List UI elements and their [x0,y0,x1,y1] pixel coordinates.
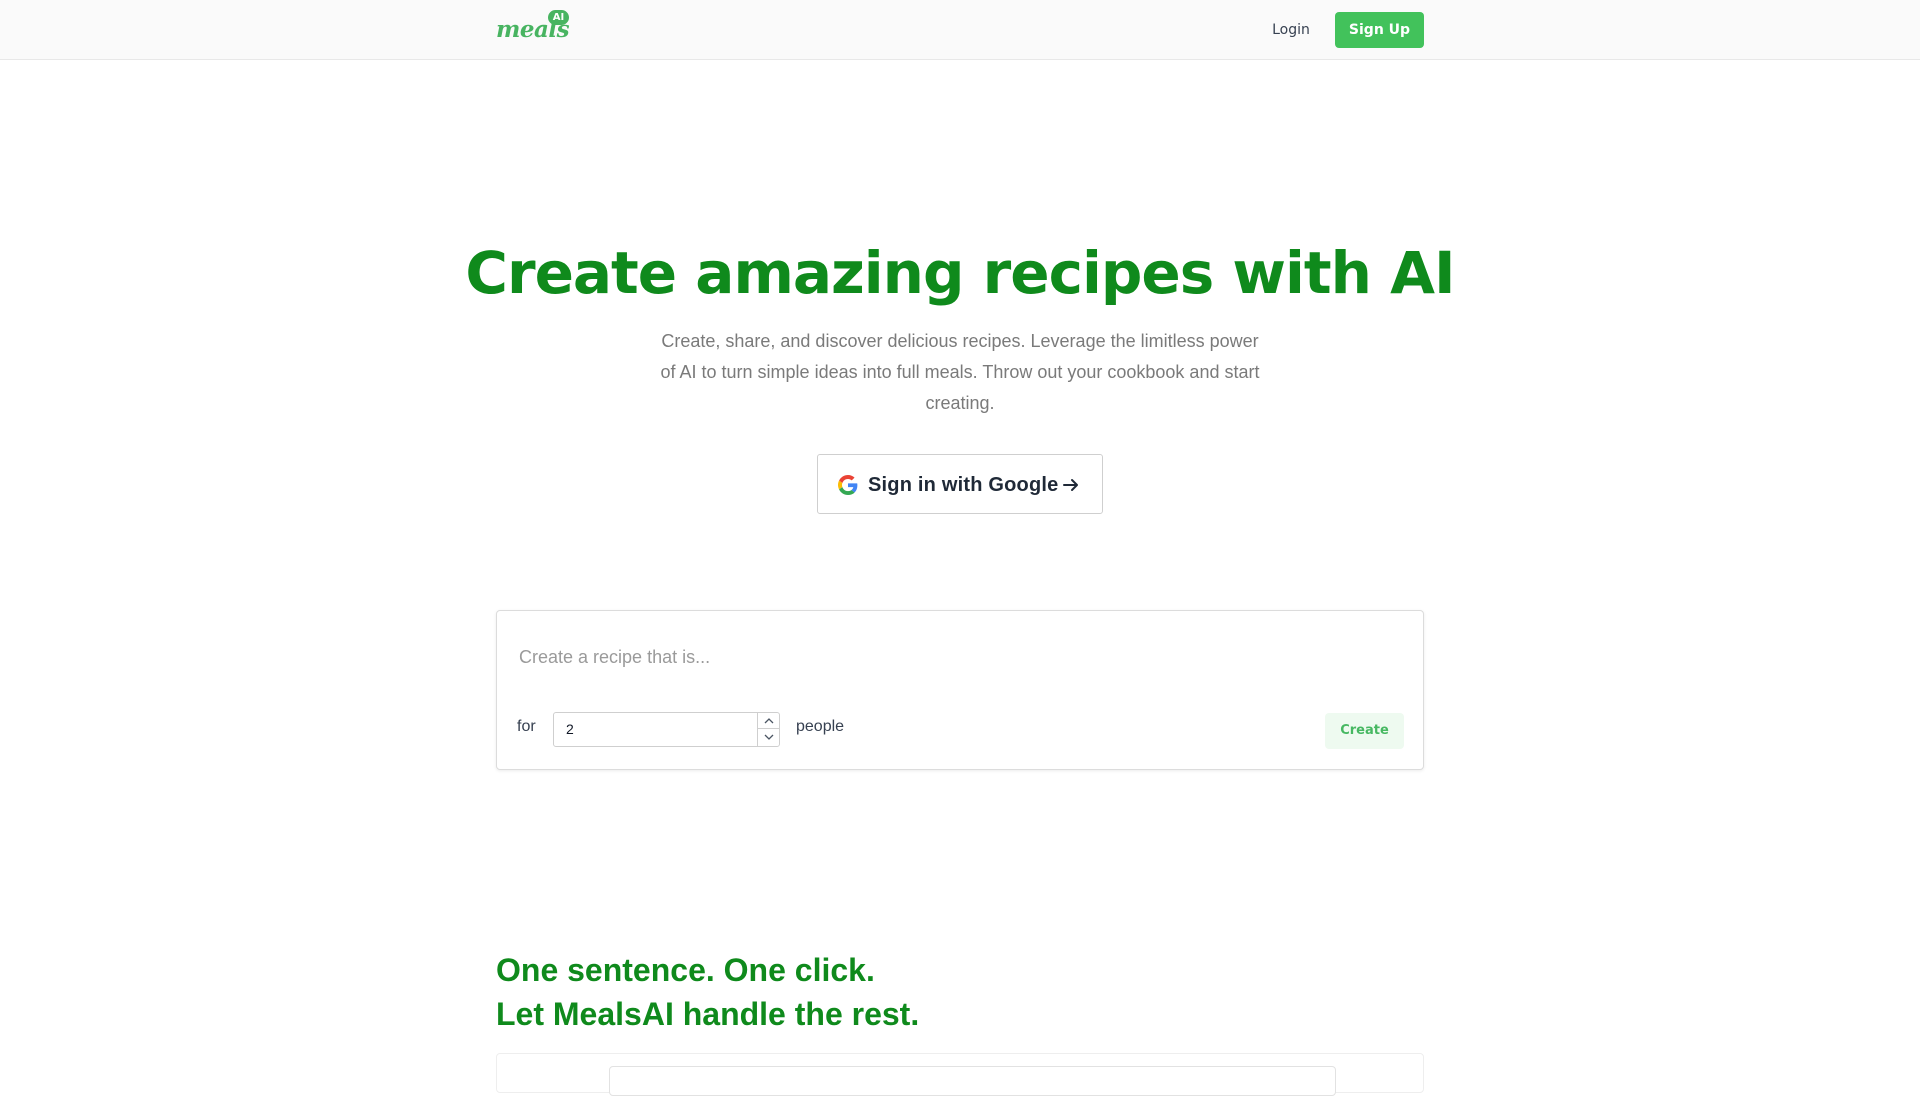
tagline-heading: One sentence. One click. Let MealsAI han… [496,948,1096,1036]
tagline-line-1: One sentence. One click. [496,952,875,988]
stepper-controls [757,713,779,746]
top-navbar: meals AI Login Sign Up [0,0,1920,60]
hero-subtitle: Create, share, and discover delicious re… [660,331,1260,413]
chevron-up-icon [764,718,774,724]
recipe-prompt-card: for 2 people Create [496,610,1424,770]
increment-button[interactable] [758,713,779,729]
for-label: for [517,718,536,735]
decrement-button[interactable] [758,729,779,745]
tagline-line-2: Let MealsAI handle the rest. [496,996,920,1032]
chevron-down-icon [764,734,774,740]
hero-title: Create amazing recipes with AI [465,239,1455,307]
demo-preview-frame [496,1053,1424,1096]
people-label: people [796,718,845,735]
people-count-value[interactable]: 2 [566,713,574,746]
login-link[interactable]: Login [1262,18,1320,42]
signup-button[interactable]: Sign Up [1335,12,1424,48]
mealsai-logo[interactable]: meals AI [496,10,572,44]
sign-in-with-google-button[interactable]: Sign in with Google [817,454,1103,514]
google-button-label: Sign in with Google [868,474,1059,496]
demo-preview-inner [609,1066,1336,1096]
people-count-stepper[interactable]: 2 [553,712,780,747]
logo-ai-badge: AI [548,10,569,25]
create-recipe-button[interactable]: Create [1325,713,1404,749]
google-g-icon [838,475,858,495]
arrow-right-icon [1061,475,1081,495]
recipe-prompt-input[interactable] [519,639,1399,675]
